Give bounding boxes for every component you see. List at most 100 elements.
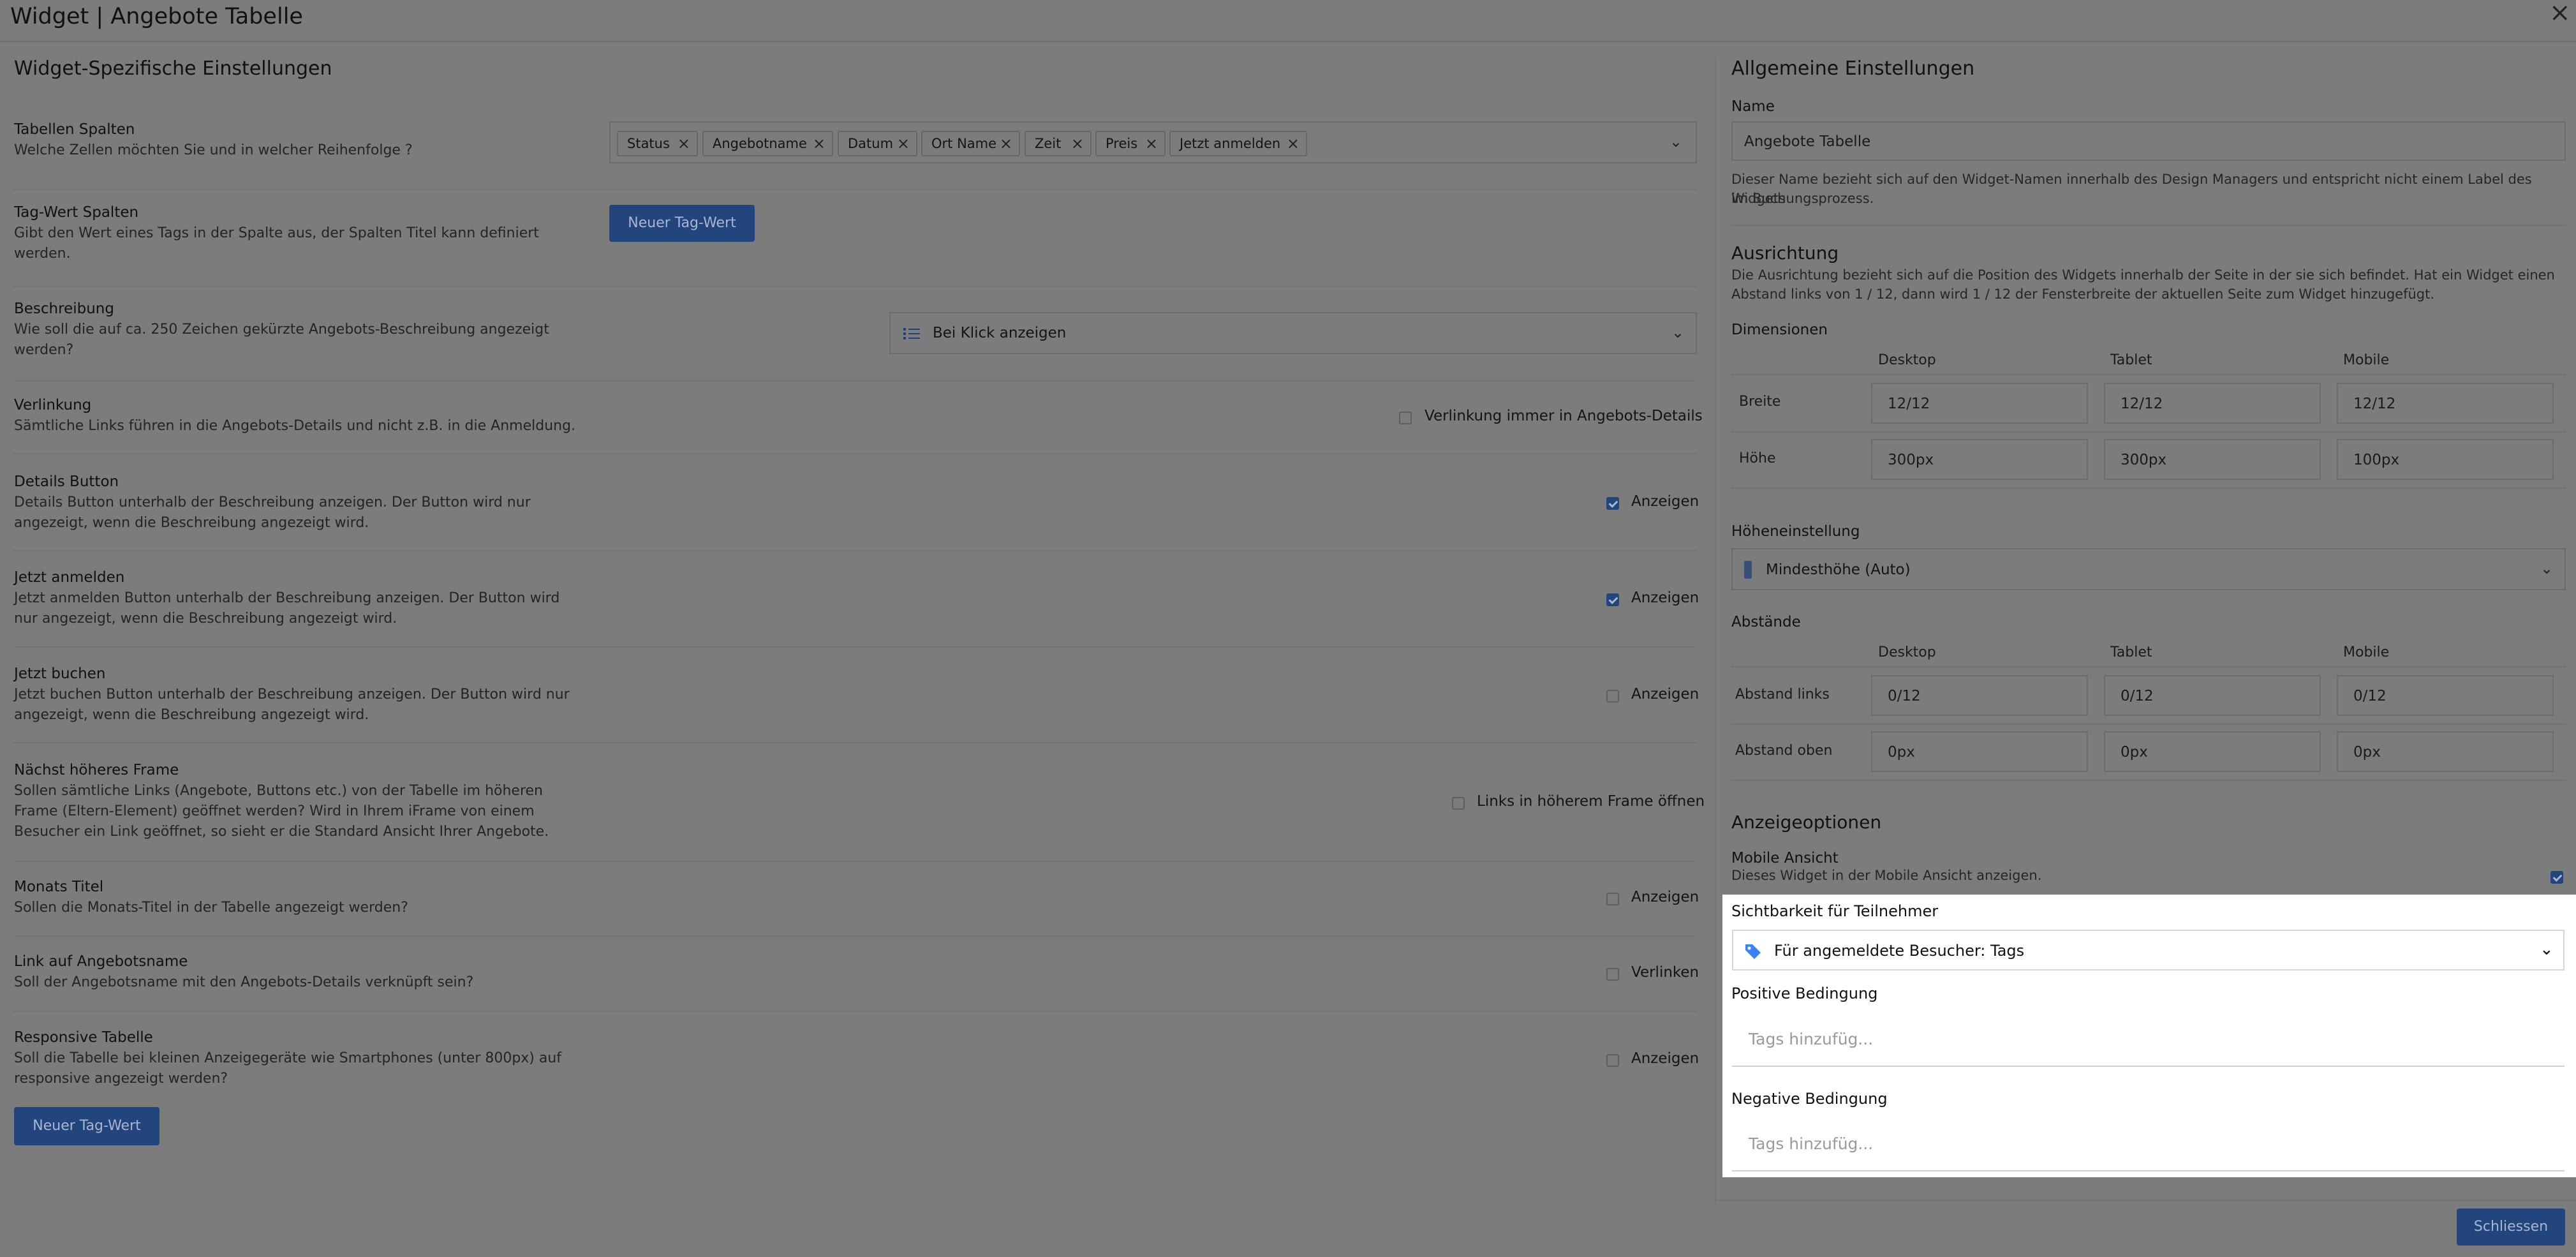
alignment-help: Die Ausrichtung bezieht sich auf die Pos… [1731, 267, 2555, 283]
chip-zeit[interactable]: Zeit × [1025, 131, 1092, 156]
input-value: 300px [2121, 452, 2167, 468]
spacing-header-tablet: Tablet [2110, 644, 2152, 660]
spacing-header-mobile: Mobile [2343, 644, 2390, 660]
name-label: Name [1731, 98, 1775, 115]
left-spacing-mobile-input[interactable]: 0/12 [2337, 675, 2554, 716]
close-button[interactable]: Schliessen [2457, 1209, 2565, 1246]
month-title-checkbox-label: Anzeigen [1631, 889, 1699, 905]
input-value: 12/12 [1888, 396, 1930, 412]
responsive-checkbox-label: Anzeigen [1631, 1050, 1699, 1067]
visibility-select[interactable]: Für angemeldete Besucher: Tags ⌄ [1732, 930, 2565, 971]
divider [1731, 374, 2566, 375]
chevron-down-icon[interactable]: ⌄ [1671, 324, 1684, 341]
remove-chip-icon[interactable]: × [1287, 132, 1299, 155]
table-columns-multiselect[interactable]: Status × Angebotname × Datum × Ort Name × Ze… [609, 121, 1697, 163]
new-tag-value-button-bottom[interactable]: Neuer Tag-Wert [14, 1107, 159, 1145]
left-spacing-desktop-input[interactable]: 0/12 [1871, 675, 2088, 716]
linking-checkbox-label: Verlinkung immer in Angebots-Details [1425, 408, 1703, 424]
dims-header-tablet: Tablet [2110, 352, 2152, 368]
remove-chip-icon[interactable]: × [813, 132, 825, 155]
chip-status[interactable]: Status × [617, 131, 698, 156]
spacing-label: Abstände [1731, 614, 1801, 630]
spacing-header-desktop: Desktop [1878, 644, 1936, 660]
chevron-down-icon[interactable]: ⌄ [2540, 940, 2554, 959]
register-now-checkbox[interactable] [1606, 593, 1619, 606]
month-title-label: Monats Titel [14, 879, 104, 895]
offer-link-label: Link auf Angebotsname [14, 953, 188, 970]
list-icon [903, 326, 920, 341]
chip-label: Ort Name [931, 136, 997, 151]
display-options-title: Anzeigeoptionen [1731, 812, 1882, 833]
top-spacing-tablet-input[interactable]: 0px [2104, 731, 2321, 772]
width-mobile-input[interactable]: 12/12 [2337, 383, 2554, 424]
chip-datum[interactable]: Datum × [838, 131, 917, 156]
month-title-checkbox[interactable] [1606, 893, 1619, 905]
linking-checkbox[interactable] [1399, 412, 1412, 424]
details-button-label: Details Button [14, 473, 119, 490]
close-icon[interactable]: × [2549, 0, 2571, 26]
top-spacing-mobile-input[interactable]: 0px [2337, 731, 2554, 772]
remove-chip-icon[interactable]: × [1071, 132, 1084, 155]
height-mobile-input[interactable]: 100px [2337, 439, 2554, 480]
chip-angebotname[interactable]: Angebotname × [702, 131, 833, 156]
section-title-widget-specific: Widget-Spezifische Einstellungen [14, 57, 332, 80]
divider [1731, 225, 2566, 226]
input-value: 0/12 [1888, 688, 1921, 704]
remove-chip-icon[interactable]: × [1145, 132, 1158, 155]
book-now-checkbox[interactable] [1606, 690, 1619, 703]
footer-divider [1716, 1200, 2576, 1201]
chip-preis[interactable]: Preis × [1095, 131, 1166, 156]
column-divider [1715, 57, 1716, 1206]
new-tag-value-button[interactable]: Neuer Tag-Wert [609, 205, 755, 242]
top-spacing-label: Abstand oben [1735, 743, 1833, 759]
chevron-down-icon[interactable]: ⌄ [1669, 133, 1682, 151]
chevron-down-icon[interactable]: ⌄ [2540, 560, 2553, 577]
register-now-checkbox-label: Anzeigen [1631, 590, 1699, 606]
divider [1731, 724, 2566, 725]
remove-chip-icon[interactable]: × [677, 132, 690, 155]
visibility-label: Sichtbarkeit für Teilnehmer [1731, 902, 1939, 920]
book-now-checkbox-label: Anzeigen [1631, 686, 1699, 703]
tag-columns-desc: Gibt den Wert eines Tags in der Spalte a… [14, 225, 539, 241]
header-divider [0, 41, 2576, 42]
mobile-view-checkbox[interactable] [2550, 871, 2563, 884]
chip-label: Datum [848, 136, 894, 151]
next-frame-checkbox[interactable] [1452, 797, 1465, 810]
width-desktop-input[interactable]: 12/12 [1871, 383, 2088, 424]
description-desc: Wie soll die auf ca. 250 Zeichen gekürzt… [14, 322, 549, 338]
tag-icon [1743, 942, 1763, 960]
description-desc-2: werden? [14, 342, 74, 358]
remove-chip-icon[interactable]: × [897, 132, 910, 155]
chip-ort-name[interactable]: Ort Name × [921, 131, 1020, 156]
name-input-value: Angebote Tabelle [1744, 133, 1871, 150]
next-frame-checkbox-label: Links in höherem Frame öffnen [1477, 793, 1705, 810]
responsive-desc-2: responsive angezeigt werden? [14, 1071, 228, 1087]
linking-desc: Sämtliche Links führen in die Angebots-D… [14, 418, 576, 434]
details-button-checkbox-label: Anzeigen [1631, 493, 1699, 510]
next-frame-label: Nächst höheres Frame [14, 762, 179, 778]
mobile-view-help: Dieses Widget in der Mobile Ansicht anze… [1731, 868, 2042, 883]
remove-chip-icon[interactable]: × [1000, 132, 1012, 155]
input-value: 0px [1888, 744, 1915, 761]
height-tablet-input[interactable]: 300px [2104, 439, 2321, 480]
name-input[interactable]: Angebote Tabelle [1731, 121, 2566, 161]
description-select[interactable]: Bei Klick anzeigen ⌄ [889, 312, 1697, 354]
positive-condition-input[interactable]: Tags hinzufüg... [1732, 1015, 2565, 1066]
responsive-desc: Soll die Tabelle bei kleinen Anzeigegerä… [14, 1050, 562, 1066]
details-button-desc-2: angezeigt, wenn die Beschreibung angezei… [14, 515, 369, 531]
offer-link-checkbox[interactable] [1606, 968, 1619, 981]
chip-jetzt-anmelden[interactable]: Jetzt anmelden × [1169, 131, 1307, 156]
height-label: Höhe [1739, 450, 1776, 466]
negative-condition-input[interactable]: Tags hinzufüg... [1732, 1120, 2565, 1170]
alignment-help-2: Abstand links von 1 / 12, dann wird 1 / … [1731, 286, 2435, 302]
left-spacing-tablet-input[interactable]: 0/12 [2104, 675, 2321, 716]
responsive-checkbox[interactable] [1606, 1054, 1619, 1067]
height-setting-select[interactable]: Mindesthöhe (Auto) ⌄ [1731, 548, 2566, 590]
width-tablet-input[interactable]: 12/12 [2104, 383, 2321, 424]
details-button-checkbox[interactable] [1606, 497, 1619, 510]
chip-label: Zeit [1035, 136, 1062, 151]
height-desktop-input[interactable]: 300px [1871, 439, 2088, 480]
height-setting-value: Mindesthöhe (Auto) [1766, 562, 1911, 578]
dimensions-label: Dimensionen [1731, 322, 1828, 338]
top-spacing-desktop-input[interactable]: 0px [1871, 731, 2088, 772]
